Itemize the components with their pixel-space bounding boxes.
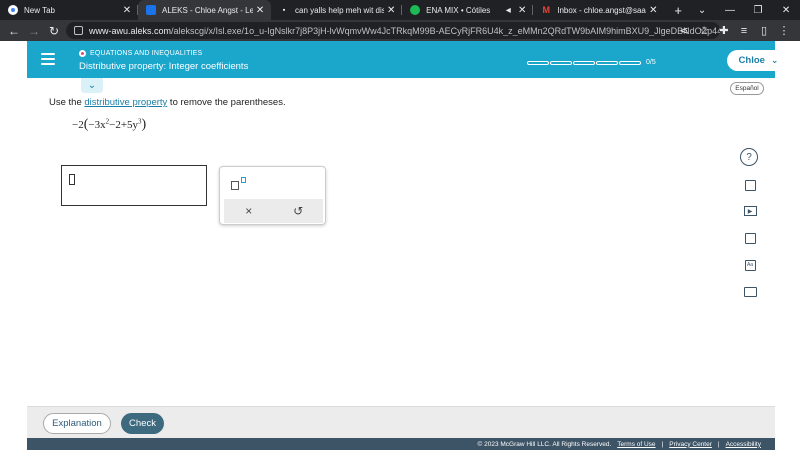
progress-indicator: 0/5 <box>527 59 656 66</box>
explanation-button[interactable]: Explanation <box>43 413 111 434</box>
chevron-down-icon: ⌄ <box>87 80 97 91</box>
close-icon[interactable]: ✕ <box>253 5 267 16</box>
undo-button[interactable]: ↺ <box>274 204 324 218</box>
copyright-text: © 2023 McGraw Hill LLC. All Rights Reser… <box>477 440 612 448</box>
calculator-icon <box>744 232 756 244</box>
tab-title: New Tab <box>24 5 55 15</box>
help-button[interactable]: ? <box>740 148 758 166</box>
tab-brainly[interactable]: ▪ can yalls help meh wit dis pls! ✕ <box>271 0 403 20</box>
answer-input[interactable] <box>61 165 207 206</box>
aleks-icon <box>145 5 156 15</box>
action-footer: Explanation Check <box>27 406 775 438</box>
speaker-icon[interactable]: ◂ <box>501 5 515 16</box>
close-icon[interactable]: ✕ <box>120 5 134 16</box>
no-calculator-icon <box>744 179 756 191</box>
check-button[interactable]: Check <box>121 413 164 434</box>
accessibility-link[interactable]: Accessibility <box>726 441 761 448</box>
browser-toolbar: ← → ↻ www-awu.aleks.com/alekscgi/x/Isl.e… <box>0 20 800 41</box>
tab-spotify[interactable]: ENA MIX • Cótiles ◂ ✕ <box>402 0 534 20</box>
gmail-icon: M <box>542 5 550 15</box>
chevron-down-icon: ⌄ <box>770 55 779 65</box>
play-video-icon: ▶ <box>743 206 757 216</box>
minimize-icon[interactable]: — <box>716 5 744 16</box>
calculator-tool[interactable] <box>740 175 760 195</box>
tab-aleks[interactable]: ALEKS - Chloe Angst - Learn ✕ <box>137 0 272 20</box>
progress-segment <box>596 60 618 65</box>
distributive-property-link[interactable]: distributive property <box>84 97 167 108</box>
close-icon[interactable]: ✕ <box>515 5 529 16</box>
tab-title: ALEKS - Chloe Angst - Learn <box>161 5 254 15</box>
user-menu-button[interactable]: Chloe ⌄ <box>727 50 790 71</box>
address-bar[interactable]: www-awu.aleks.com/alekscgi/x/Isl.exe/1o_… <box>66 22 720 39</box>
keypad-actions: × ↺ <box>224 199 323 223</box>
page-title: Distributive property: Integer coefficie… <box>79 61 249 72</box>
menu-icon[interactable]: ⋮ <box>774 24 794 37</box>
progress-segment <box>550 60 572 65</box>
forward-icon[interactable]: → <box>24 24 44 38</box>
star-icon[interactable]: ☆ <box>694 24 714 37</box>
back-icon[interactable]: ← <box>4 24 24 38</box>
message-tool[interactable] <box>740 282 760 302</box>
topic-dot-icon <box>79 50 86 57</box>
maximize-icon[interactable]: ❐ <box>744 5 772 16</box>
tab-gmail[interactable]: M Inbox - chloe.angst@saadragon ✕ <box>533 0 664 20</box>
hamburger-menu-icon[interactable] <box>41 53 55 65</box>
dictionary-tool[interactable]: Aa <box>740 255 760 275</box>
aleks-header: EQUATIONS AND INEQUALITIES Distributive … <box>27 41 790 78</box>
superscript-icon <box>231 181 239 190</box>
math-expression: −2(−3x2−2+5y3) <box>72 117 147 132</box>
spotify-icon <box>410 5 421 15</box>
close-window-icon[interactable]: ✕ <box>772 5 800 16</box>
brainly-icon: ▪ <box>282 6 286 14</box>
tab-title: can yalls help meh wit dis pls! <box>295 5 385 15</box>
clear-button[interactable]: × <box>224 204 274 218</box>
separator: | <box>661 440 664 448</box>
url-text: www-awu.aleks.com/alekscgi/x/Isl.exe/1o_… <box>89 25 720 36</box>
close-icon[interactable]: ✕ <box>384 5 398 16</box>
tab-new-tab[interactable]: New Tab ✕ <box>0 0 138 20</box>
reload-icon[interactable]: ↻ <box>44 24 64 38</box>
language-toggle-button[interactable]: Español <box>730 82 764 95</box>
progress-segment <box>619 60 641 65</box>
tab-title: ENA MIX • Cótiles <box>426 5 491 15</box>
chrome-icon <box>8 5 18 15</box>
progress-segment <box>573 60 595 65</box>
side-panel-icon[interactable]: ▯ <box>754 24 774 37</box>
problem-instruction: Use the distributive property to remove … <box>49 97 286 108</box>
math-keypad: × ↺ <box>219 166 326 225</box>
terms-link[interactable]: Terms of Use <box>617 441 655 448</box>
copyright-bar: © 2023 McGraw Hill LLC. All Rights Reser… <box>27 438 775 450</box>
superscript-button[interactable] <box>231 177 247 191</box>
progress-text: 0/5 <box>646 59 656 66</box>
browser-tab-bar: New Tab ✕ ALEKS - Chloe Angst - Learn ✕ … <box>0 0 800 20</box>
mail-icon <box>743 287 757 297</box>
progress-segment <box>527 60 549 65</box>
toolbar-actions: ⋖ ☆ ✚ ≡ ▯ ⋮ <box>674 20 794 41</box>
tab-title: Inbox - chloe.angst@saadragon <box>557 5 646 15</box>
window-controls: ⌄ — ❐ ✕ <box>688 0 800 20</box>
site-info-icon[interactable] <box>74 26 83 35</box>
video-tool[interactable]: ▶ <box>740 201 760 221</box>
share-icon[interactable]: ⋖ <box>674 24 694 37</box>
chevron-down-icon[interactable]: ⌄ <box>688 5 716 16</box>
dictionary-icon: Aa <box>744 259 756 271</box>
input-cursor <box>69 174 75 185</box>
collapse-header-button[interactable]: ⌄ <box>81 78 103 93</box>
textbook-tool[interactable] <box>740 228 760 248</box>
reading-list-icon[interactable]: ≡ <box>734 25 754 37</box>
privacy-link[interactable]: Privacy Center <box>669 441 712 448</box>
new-tab-button[interactable]: + <box>668 0 688 20</box>
separator: | <box>717 440 720 448</box>
topic-label: EQUATIONS AND INEQUALITIES <box>79 50 202 57</box>
extensions-icon[interactable]: ✚ <box>714 24 734 37</box>
close-icon[interactable]: ✕ <box>646 5 660 16</box>
